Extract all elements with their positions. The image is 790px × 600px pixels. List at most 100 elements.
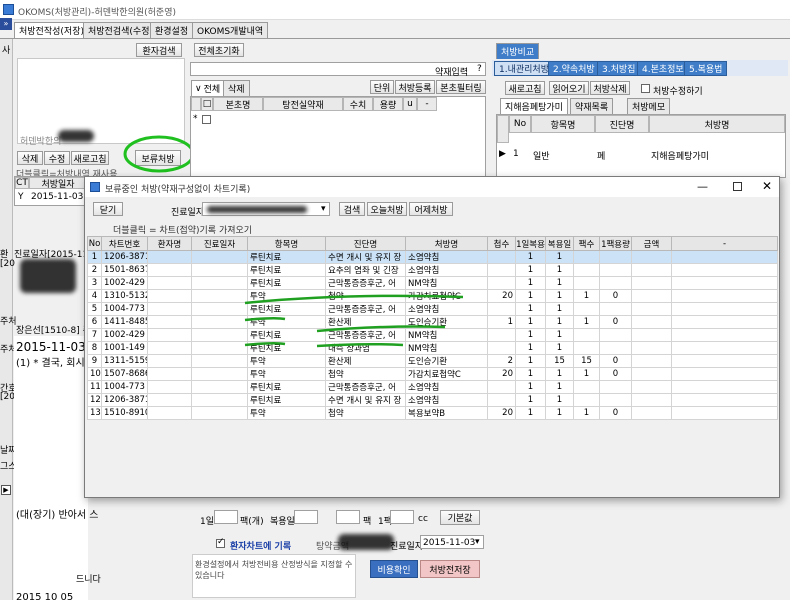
table-cell[interactable]: 투약 — [247, 367, 326, 381]
table-cell[interactable] — [147, 328, 192, 342]
table-cell[interactable]: 15 — [573, 354, 600, 368]
table-cell[interactable]: 수면 개시 및 유지 장 — [325, 393, 406, 407]
table-cell[interactable] — [191, 367, 248, 381]
table-cell[interactable] — [191, 341, 248, 355]
table-cell[interactable] — [573, 380, 600, 394]
unit-button[interactable]: 단위 — [370, 80, 394, 94]
table-cell[interactable]: 투약 — [247, 406, 326, 420]
table-cell[interactable] — [147, 406, 192, 420]
refresh-button[interactable]: 새로고침 — [71, 151, 109, 165]
col-header[interactable]: 차트번호 — [101, 236, 148, 251]
tab-rx-write[interactable]: 처방전작성(저장) — [14, 22, 89, 38]
table-cell[interactable]: 13 — [87, 406, 102, 420]
table-cell[interactable]: 8 — [87, 341, 102, 355]
table-cell[interactable]: 1 — [515, 393, 546, 407]
table-cell[interactable] — [191, 354, 248, 368]
table-row[interactable]: 9 1311-5159 투약 환산제 도인승기환 2 1 15 15 0 — [87, 354, 778, 368]
table-cell[interactable] — [599, 250, 632, 264]
rx-register-button[interactable]: 처방등록 — [395, 80, 435, 94]
table-cell[interactable]: 가감치료첩약C — [405, 289, 488, 303]
table-cell[interactable]: 첩약 — [325, 406, 406, 420]
table-cell[interactable]: 1 — [545, 250, 574, 264]
table-cell[interactable]: 소염약침 — [405, 393, 488, 407]
table-cell[interactable]: 15 — [545, 354, 574, 368]
table-cell[interactable] — [487, 276, 516, 290]
table-cell[interactable]: 1002-429 — [101, 328, 148, 342]
table-cell[interactable] — [573, 341, 600, 355]
table-cell[interactable]: NM약침 — [405, 341, 488, 355]
table-cell[interactable] — [631, 328, 672, 342]
table-cell[interactable]: 1 — [515, 380, 546, 394]
table-cell[interactable] — [191, 380, 248, 394]
table-cell[interactable] — [631, 302, 672, 316]
table-cell[interactable]: 0 — [599, 315, 632, 329]
table-cell[interactable] — [599, 276, 632, 290]
table-cell[interactable]: 1 — [545, 367, 574, 381]
table-cell[interactable]: 투약 — [247, 315, 326, 329]
table-cell[interactable]: 환산제 — [325, 354, 406, 368]
table-cell[interactable] — [671, 302, 778, 316]
table-cell[interactable]: 20 — [487, 406, 516, 420]
table-cell[interactable] — [631, 263, 672, 277]
table-cell[interactable]: 루틴치료 — [247, 341, 326, 355]
tab-rx-search[interactable]: 처방전검색(수정) — [83, 22, 158, 38]
table-row[interactable]: 11 1004-773 루틴치료 근막통증증후군, 어 소염약침 1 1 — [87, 380, 778, 394]
table-cell[interactable]: 2 — [487, 354, 516, 368]
dialog-search-button[interactable]: 검색 — [339, 202, 365, 216]
table-cell[interactable]: NM약침 — [405, 328, 488, 342]
table-cell[interactable] — [671, 315, 778, 329]
table-cell[interactable]: 요추의 염좌 및 긴장 — [325, 263, 406, 277]
table-cell[interactable] — [487, 380, 516, 394]
table-cell[interactable]: 1 — [545, 263, 574, 277]
table-row[interactable]: 12 1206-3871 루틴치료 수면 개시 및 유지 장 소염약침 1 1 — [87, 393, 778, 407]
table-cell[interactable]: 12 — [87, 393, 102, 407]
table-cell[interactable] — [191, 393, 248, 407]
table-cell[interactable] — [671, 367, 778, 381]
tab-dosage[interactable]: 5.복용법 — [684, 61, 728, 76]
maximize-icon[interactable] — [733, 182, 742, 191]
col-header[interactable]: 첩수 — [487, 236, 516, 251]
row-ct[interactable]: Y — [18, 192, 24, 202]
table-cell[interactable] — [671, 289, 778, 303]
table-cell[interactable] — [599, 302, 632, 316]
tab-all[interactable]: ∨ 전체 — [191, 80, 225, 96]
table-cell[interactable] — [191, 276, 248, 290]
day-input[interactable] — [214, 510, 238, 524]
close-icon[interactable]: ✕ — [762, 179, 772, 193]
table-cell[interactable] — [487, 302, 516, 316]
table-cell[interactable]: 1510-8910 — [101, 406, 148, 420]
table-cell[interactable]: 1 — [487, 315, 516, 329]
table-cell[interactable] — [631, 250, 672, 264]
table-cell[interactable]: 1002-429 — [101, 276, 148, 290]
tab-settings[interactable]: 환경설정 — [150, 22, 194, 38]
table-cell[interactable] — [599, 341, 632, 355]
table-cell[interactable]: 도인승기환 — [405, 354, 488, 368]
table-cell[interactable] — [487, 250, 516, 264]
tab-rx-memo[interactable]: 처방메모 — [627, 98, 671, 114]
table-cell[interactable]: 1 — [545, 341, 574, 355]
table-cell[interactable] — [573, 393, 600, 407]
table-cell[interactable] — [147, 276, 192, 290]
table-cell[interactable] — [671, 250, 778, 264]
table-cell[interactable]: 3 — [87, 276, 102, 290]
table-cell[interactable]: 1001-149 — [101, 341, 148, 355]
table-cell[interactable] — [631, 276, 672, 290]
table-cell[interactable]: 1 — [87, 250, 102, 264]
table-cell[interactable]: 1 — [545, 380, 574, 394]
table-cell[interactable]: 환산제 — [325, 315, 406, 329]
col-header[interactable]: 금액 — [631, 236, 672, 251]
tab-herb-list[interactable]: 약재목록 — [570, 98, 614, 114]
table-row[interactable]: 3 1002-429 루틴치료 근막통증증후군, 어 NM약침 1 1 — [87, 276, 778, 290]
table-cell[interactable] — [191, 302, 248, 316]
table-cell[interactable]: 0 — [599, 367, 632, 381]
table-cell[interactable]: 도인승기환 — [405, 315, 488, 329]
col-header[interactable]: 1일복용 — [515, 236, 546, 251]
table-cell[interactable] — [599, 263, 632, 277]
table-cell[interactable]: 1 — [545, 406, 574, 420]
delete-button[interactable]: 삭제 — [17, 151, 43, 165]
table-cell[interactable] — [573, 276, 600, 290]
table-cell[interactable]: 1507-8686 — [101, 367, 148, 381]
table-cell[interactable]: 1 — [515, 341, 546, 355]
minimize-icon[interactable]: — — [697, 180, 708, 193]
nav-arrow[interactable]: » — [0, 18, 12, 30]
